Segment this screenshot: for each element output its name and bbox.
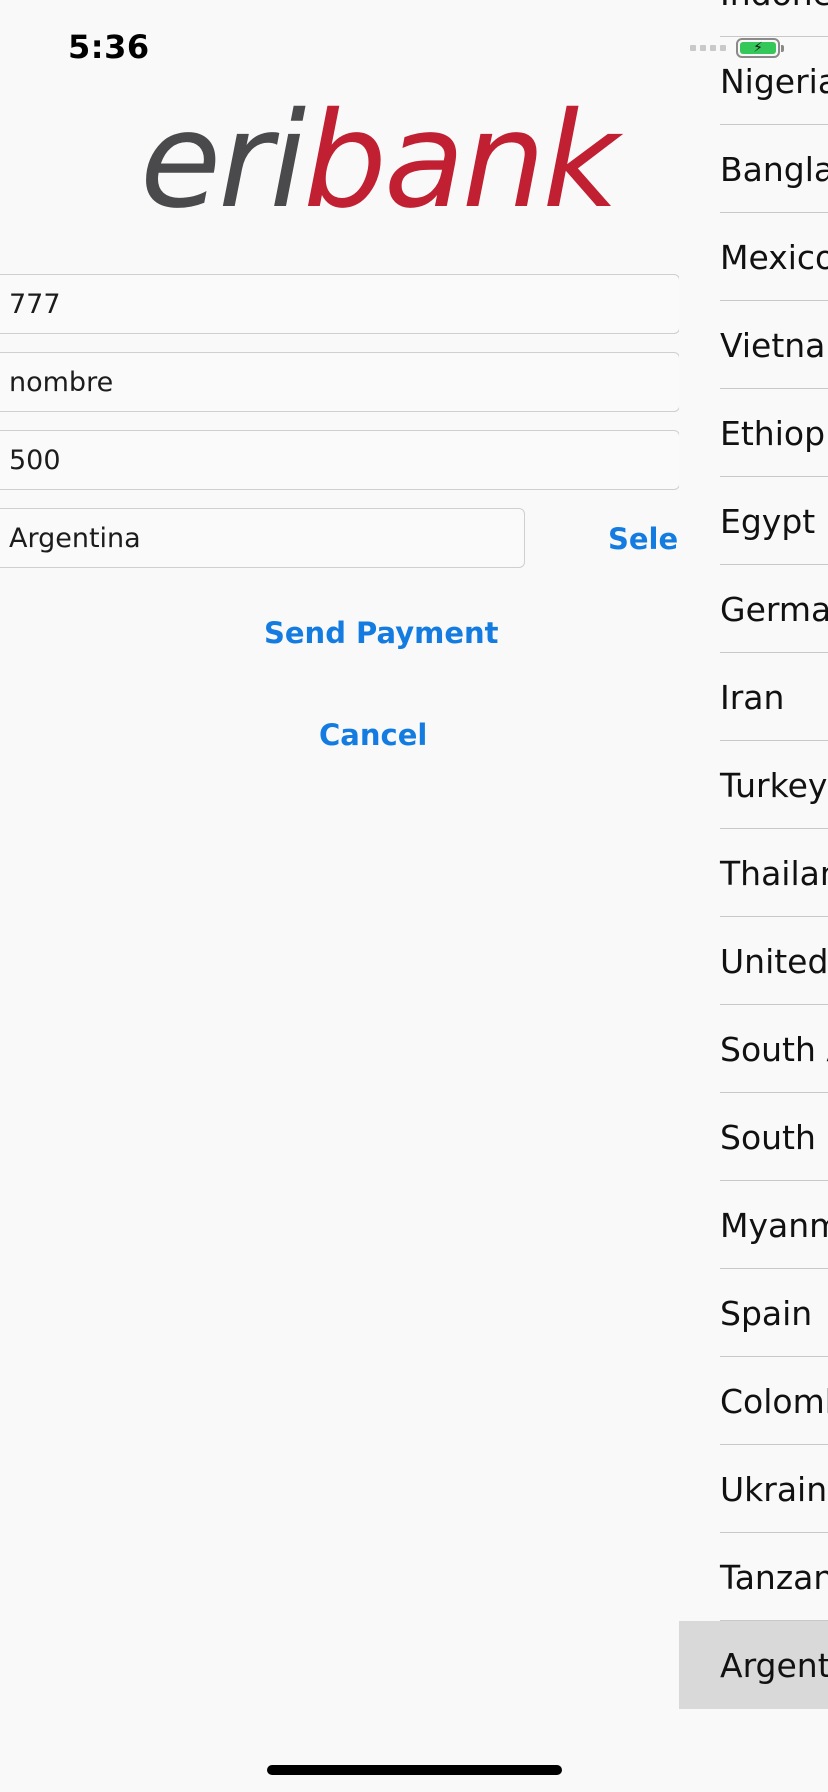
account-number-field[interactable]: 777: [0, 274, 680, 334]
country-item-argentina-selected[interactable]: Argentina: [679, 1621, 828, 1709]
amount-field[interactable]: 500: [0, 430, 680, 490]
cancel-button[interactable]: Cancel: [319, 718, 427, 752]
home-indicator[interactable]: [267, 1765, 562, 1775]
country-item-spain[interactable]: Spain: [679, 1269, 828, 1357]
country-picker[interactable]: Indonesia Nigeria Bangladesh Mexico Viet…: [679, 0, 828, 1792]
country-item-thailand[interactable]: Thailand: [679, 829, 828, 917]
country-item-myanmar[interactable]: Myanmar: [679, 1181, 828, 1269]
account-number-value: 777: [9, 288, 61, 320]
name-field[interactable]: nombre: [0, 352, 680, 412]
country-item-south-africa[interactable]: South Africa: [679, 1005, 828, 1093]
eribank-logo: eribank: [140, 95, 619, 227]
country-field[interactable]: Argentina: [0, 508, 525, 568]
status-time: 5:36: [68, 28, 150, 66]
battery-charging-icon: ⚡: [736, 38, 784, 58]
country-item-indonesia[interactable]: Indonesia: [679, 0, 828, 37]
country-item-ethiopia[interactable]: Ethiopia: [679, 389, 828, 477]
country-item-bangladesh[interactable]: Bangladesh: [679, 125, 828, 213]
payment-screen: 5:36 ⚡ eribank 777 nombre 500 Argentina …: [0, 0, 828, 1792]
name-value: nombre: [9, 366, 114, 398]
send-payment-button[interactable]: Send Payment: [264, 616, 499, 650]
country-item-germany[interactable]: Germany: [679, 565, 828, 653]
country-item-united-kingdom[interactable]: United Kingdom: [679, 917, 828, 1005]
amount-value: 500: [9, 444, 61, 476]
country-item-turkey[interactable]: Turkey: [679, 741, 828, 829]
country-item-egypt[interactable]: Egypt: [679, 477, 828, 565]
signal-icon: [690, 45, 726, 51]
country-item-colombia[interactable]: Colombia: [679, 1357, 828, 1445]
country-item-tanzania[interactable]: Tanzania: [679, 1533, 828, 1621]
logo-part-eri: eri: [140, 84, 306, 238]
country-value: Argentina: [9, 522, 141, 554]
country-item-ukraine[interactable]: Ukraine: [679, 1445, 828, 1533]
country-item-vietnam[interactable]: Vietnam: [679, 301, 828, 389]
country-item-iran[interactable]: Iran: [679, 653, 828, 741]
country-item-mexico[interactable]: Mexico: [679, 213, 828, 301]
status-indicators: ⚡: [690, 38, 784, 58]
logo-part-bank: bank: [303, 84, 619, 238]
country-item-south-korea[interactable]: South Korea: [679, 1093, 828, 1181]
